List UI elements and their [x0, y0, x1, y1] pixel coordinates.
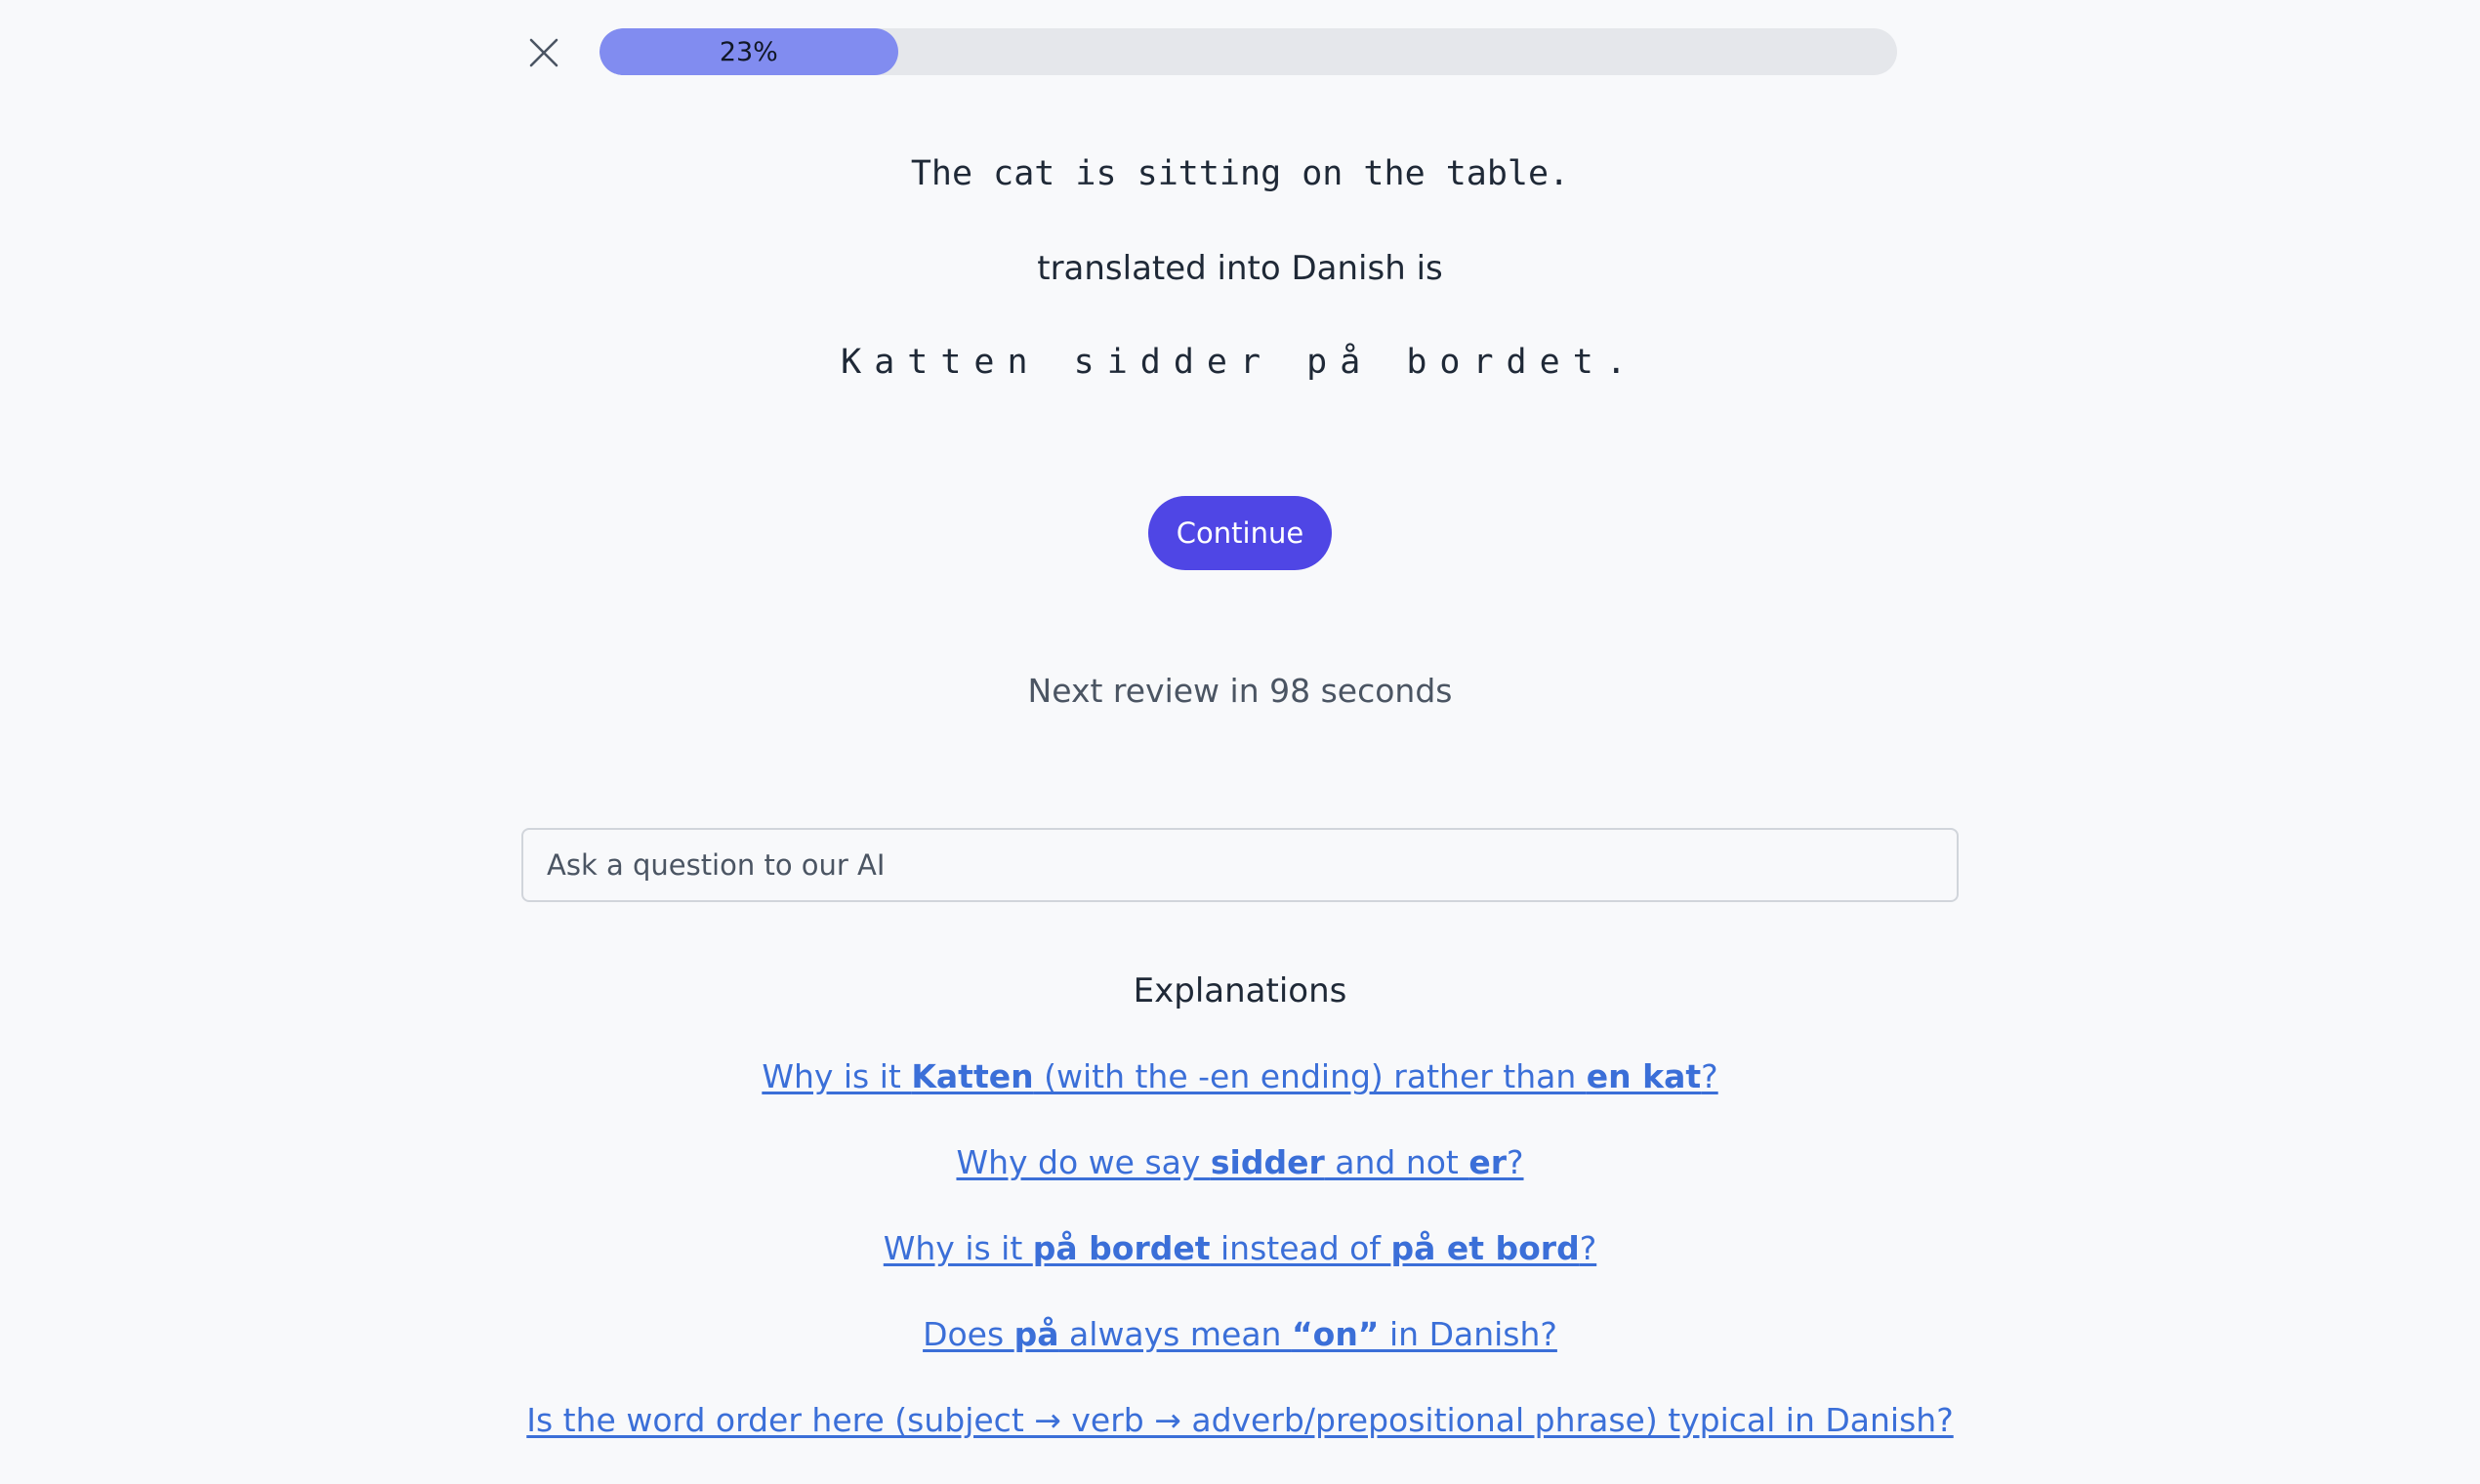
explanation-text: in Danish? [1379, 1315, 1557, 1353]
next-review-text: Next review in 98 seconds [1027, 672, 1453, 710]
explanation-item: Is the word order here (subject → verb →… [0, 1396, 2480, 1482]
explanation-emphasis: “on” [1291, 1315, 1380, 1353]
continue-button[interactable]: Continue [1148, 496, 1332, 570]
explanation-emphasis: på [1013, 1315, 1059, 1353]
explanation-item: Does på always mean “on” in Danish? [0, 1310, 2480, 1396]
top-bar: 23% [522, 27, 1897, 78]
translated-label: translated into Danish is [1037, 249, 1443, 288]
progress-label: 23% [719, 36, 778, 67]
explanation-emphasis: en kat [1586, 1057, 1702, 1095]
explanation-emphasis: er [1468, 1143, 1508, 1181]
explanation-item: Why do we say sidder and not er? [0, 1138, 2480, 1224]
explanation-link-3[interactable]: Why is it på bordet instead of på et bor… [884, 1229, 1596, 1267]
explanation-text: (with the -en ending) rather than [1033, 1057, 1587, 1095]
explanation-link-4[interactable]: Does på always mean “on” in Danish? [923, 1315, 1557, 1353]
explanation-text: ? [1701, 1057, 1718, 1095]
close-button[interactable] [522, 27, 565, 78]
explanation-text: and not [1324, 1143, 1469, 1181]
source-sentence: The cat is sitting on the table. [910, 154, 1570, 193]
explanation-text: Is the word order here (subject → verb →… [526, 1401, 1954, 1439]
ask-ai-input[interactable] [521, 828, 1959, 902]
explanation-text: Why do we say [956, 1143, 1211, 1181]
close-icon [529, 38, 558, 67]
explanations-title: Explanations [1133, 971, 1347, 1010]
explanation-text: Why is it [762, 1057, 912, 1095]
explanation-item: Why is it Katten (with the -en ending) r… [0, 1052, 2480, 1138]
explanation-text: ? [1507, 1143, 1524, 1181]
explanation-item: Why is it på bordet instead of på et bor… [0, 1224, 2480, 1310]
target-sentence: Katten sidder på bordet. [841, 343, 1639, 382]
explanation-link-5[interactable]: Is the word order here (subject → verb →… [526, 1401, 1953, 1439]
explanation-link-2[interactable]: Why do we say sidder and not er? [956, 1143, 1523, 1181]
explanation-text: ? [1579, 1229, 1597, 1267]
progress-bar: 23% [599, 28, 1897, 75]
explanation-text: Why is it [883, 1229, 1033, 1267]
explanation-emphasis: på bordet [1032, 1229, 1211, 1267]
explanation-text: Does [923, 1315, 1014, 1353]
explanation-emphasis: på et bord [1390, 1229, 1580, 1267]
explanation-text: instead of [1210, 1229, 1391, 1267]
explanation-link-1[interactable]: Why is it Katten (with the -en ending) r… [762, 1057, 1717, 1095]
explanation-emphasis: sidder [1210, 1143, 1325, 1181]
explanation-text: always mean [1058, 1315, 1292, 1353]
explanation-emphasis: Katten [911, 1057, 1034, 1095]
progress-fill: 23% [599, 28, 898, 75]
explanations-list: Why is it Katten (with the -en ending) r… [0, 1052, 2480, 1482]
